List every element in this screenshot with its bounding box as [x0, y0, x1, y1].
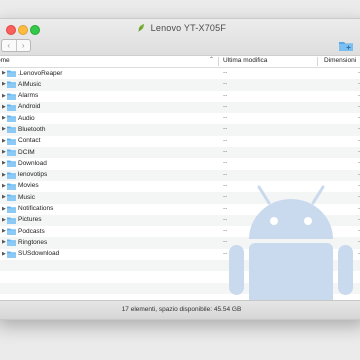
disclosure-triangle-icon[interactable]: ▶ [2, 183, 6, 189]
file-name: Ringtones [18, 238, 48, 246]
folder-icon [7, 183, 16, 190]
file-name: DCIM [18, 148, 35, 156]
android-watermark [229, 185, 353, 317]
folder-icon [7, 172, 16, 179]
window-title-text: Lenovo YT-X705F [150, 23, 227, 33]
file-modified: -- [223, 91, 228, 99]
folder-icon [7, 160, 16, 168]
file-modified: -- [223, 102, 228, 110]
column-header: ome ⌃ Ultima modifica Dimensioni [0, 56, 360, 68]
file-modified: -- [223, 159, 228, 167]
disclosure-triangle-icon[interactable]: ▶ [2, 194, 6, 200]
disclosure-triangle-icon[interactable]: ▶ [2, 206, 6, 212]
android-file-transfer-icon [138, 24, 144, 32]
disclosure-triangle-icon[interactable]: ▶ [2, 239, 6, 245]
disclosure-triangle-icon[interactable]: ▶ [2, 172, 6, 178]
file-row[interactable]: ▶ Bluetooth -- - [0, 124, 360, 136]
file-name: Bluetooth [18, 125, 46, 133]
file-row[interactable]: ▶ .LenovoReaper -- - [0, 68, 360, 79]
disclosure-triangle-icon[interactable]: ▶ [2, 126, 6, 132]
file-name: .LenovoReaper [18, 69, 63, 77]
file-modified: -- [223, 80, 228, 88]
folder-icon [7, 251, 16, 258]
folder-icon [7, 228, 16, 236]
disclosure-triangle-icon[interactable]: ▶ [2, 251, 6, 257]
disclosure-triangle-icon[interactable]: ▶ [2, 138, 6, 144]
file-name: Audio [18, 114, 35, 122]
folder-icon [7, 81, 16, 89]
sort-ascending-icon: ⌃ [209, 57, 215, 63]
folder-icon [7, 104, 16, 111]
file-row[interactable]: ▶ Android -- - [0, 101, 360, 114]
column-divider[interactable] [218, 57, 219, 66]
file-row[interactable]: ▶ Contact -- - [0, 136, 360, 147]
folder-icon [7, 149, 16, 157]
folder-icon [7, 206, 16, 213]
window-title: Lenovo YT-X705F [0, 23, 360, 33]
file-modified: -- [223, 136, 228, 144]
file-row[interactable]: ▶ DCIM -- - [0, 147, 360, 159]
folder-icon [7, 138, 16, 145]
folder-icon [7, 239, 16, 247]
disclosure-triangle-icon[interactable]: ▶ [2, 104, 6, 110]
disclosure-triangle-icon[interactable]: ▶ [2, 149, 6, 155]
file-name: Music [18, 193, 35, 201]
new-folder-button[interactable] [338, 39, 354, 57]
chevron-left-icon: ‹ [7, 41, 11, 50]
column-header-modified[interactable]: Ultima modifica [223, 57, 267, 64]
status-bar: 17 elementi, spazio disponibile: 45.54 G… [0, 300, 360, 319]
forward-button[interactable]: › [15, 40, 31, 51]
file-name: AIMusic [18, 80, 42, 88]
file-modified: -- [223, 148, 228, 156]
file-name: Android [18, 103, 41, 111]
file-name: Contact [18, 137, 41, 145]
disclosure-triangle-icon[interactable]: ▶ [2, 81, 6, 87]
back-button[interactable]: ‹ [2, 40, 16, 51]
folder-icon [7, 70, 16, 77]
file-row[interactable]: ▶ Audio -- - [0, 113, 360, 124]
folder-icon [7, 93, 16, 100]
folder-icon [7, 126, 16, 134]
file-row[interactable]: ▶ AIMusic -- - [0, 79, 360, 91]
disclosure-triangle-icon[interactable]: ▶ [2, 93, 6, 99]
disclosure-triangle-icon[interactable]: ▶ [2, 70, 6, 76]
file-name: Download [18, 159, 47, 167]
file-modified: -- [223, 69, 228, 76]
status-text: 17 elementi, spazio disponibile: 45.54 G… [121, 306, 242, 313]
disclosure-triangle-icon[interactable]: ▶ [2, 160, 6, 166]
file-row[interactable]: ▶ Download -- - [0, 158, 360, 169]
new-folder-icon [339, 42, 353, 51]
disclosure-triangle-icon[interactable]: ▶ [2, 115, 6, 121]
file-name: Podcasts [18, 227, 45, 235]
file-name: SUSdownload [18, 250, 60, 258]
file-name: lenovotips [18, 171, 48, 179]
folder-icon [7, 217, 16, 224]
file-modified: -- [223, 114, 228, 122]
folder-icon [7, 194, 16, 202]
finder-window: Lenovo YT-X705F ‹ › ome ⌃ Ultima modific… [0, 18, 360, 320]
column-header-size[interactable]: Dimensioni [324, 57, 356, 64]
file-modified: -- [223, 125, 228, 133]
column-divider[interactable] [317, 57, 318, 66]
chevron-right-icon: › [21, 41, 25, 50]
column-header-name[interactable]: ome [0, 57, 10, 64]
title-bar: Lenovo YT-X705F ‹ › [0, 19, 360, 56]
folder-icon [7, 115, 16, 123]
navigation-buttons: ‹ › [1, 39, 31, 52]
disclosure-triangle-icon[interactable]: ▶ [2, 228, 6, 234]
file-row[interactable]: ▶ Alarms -- - [0, 91, 360, 102]
file-name: Movies [18, 182, 39, 190]
file-name: Pictures [18, 216, 42, 224]
disclosure-triangle-icon[interactable]: ▶ [2, 217, 6, 223]
file-name: Notifications [18, 205, 54, 213]
file-name: Alarms [18, 92, 39, 100]
